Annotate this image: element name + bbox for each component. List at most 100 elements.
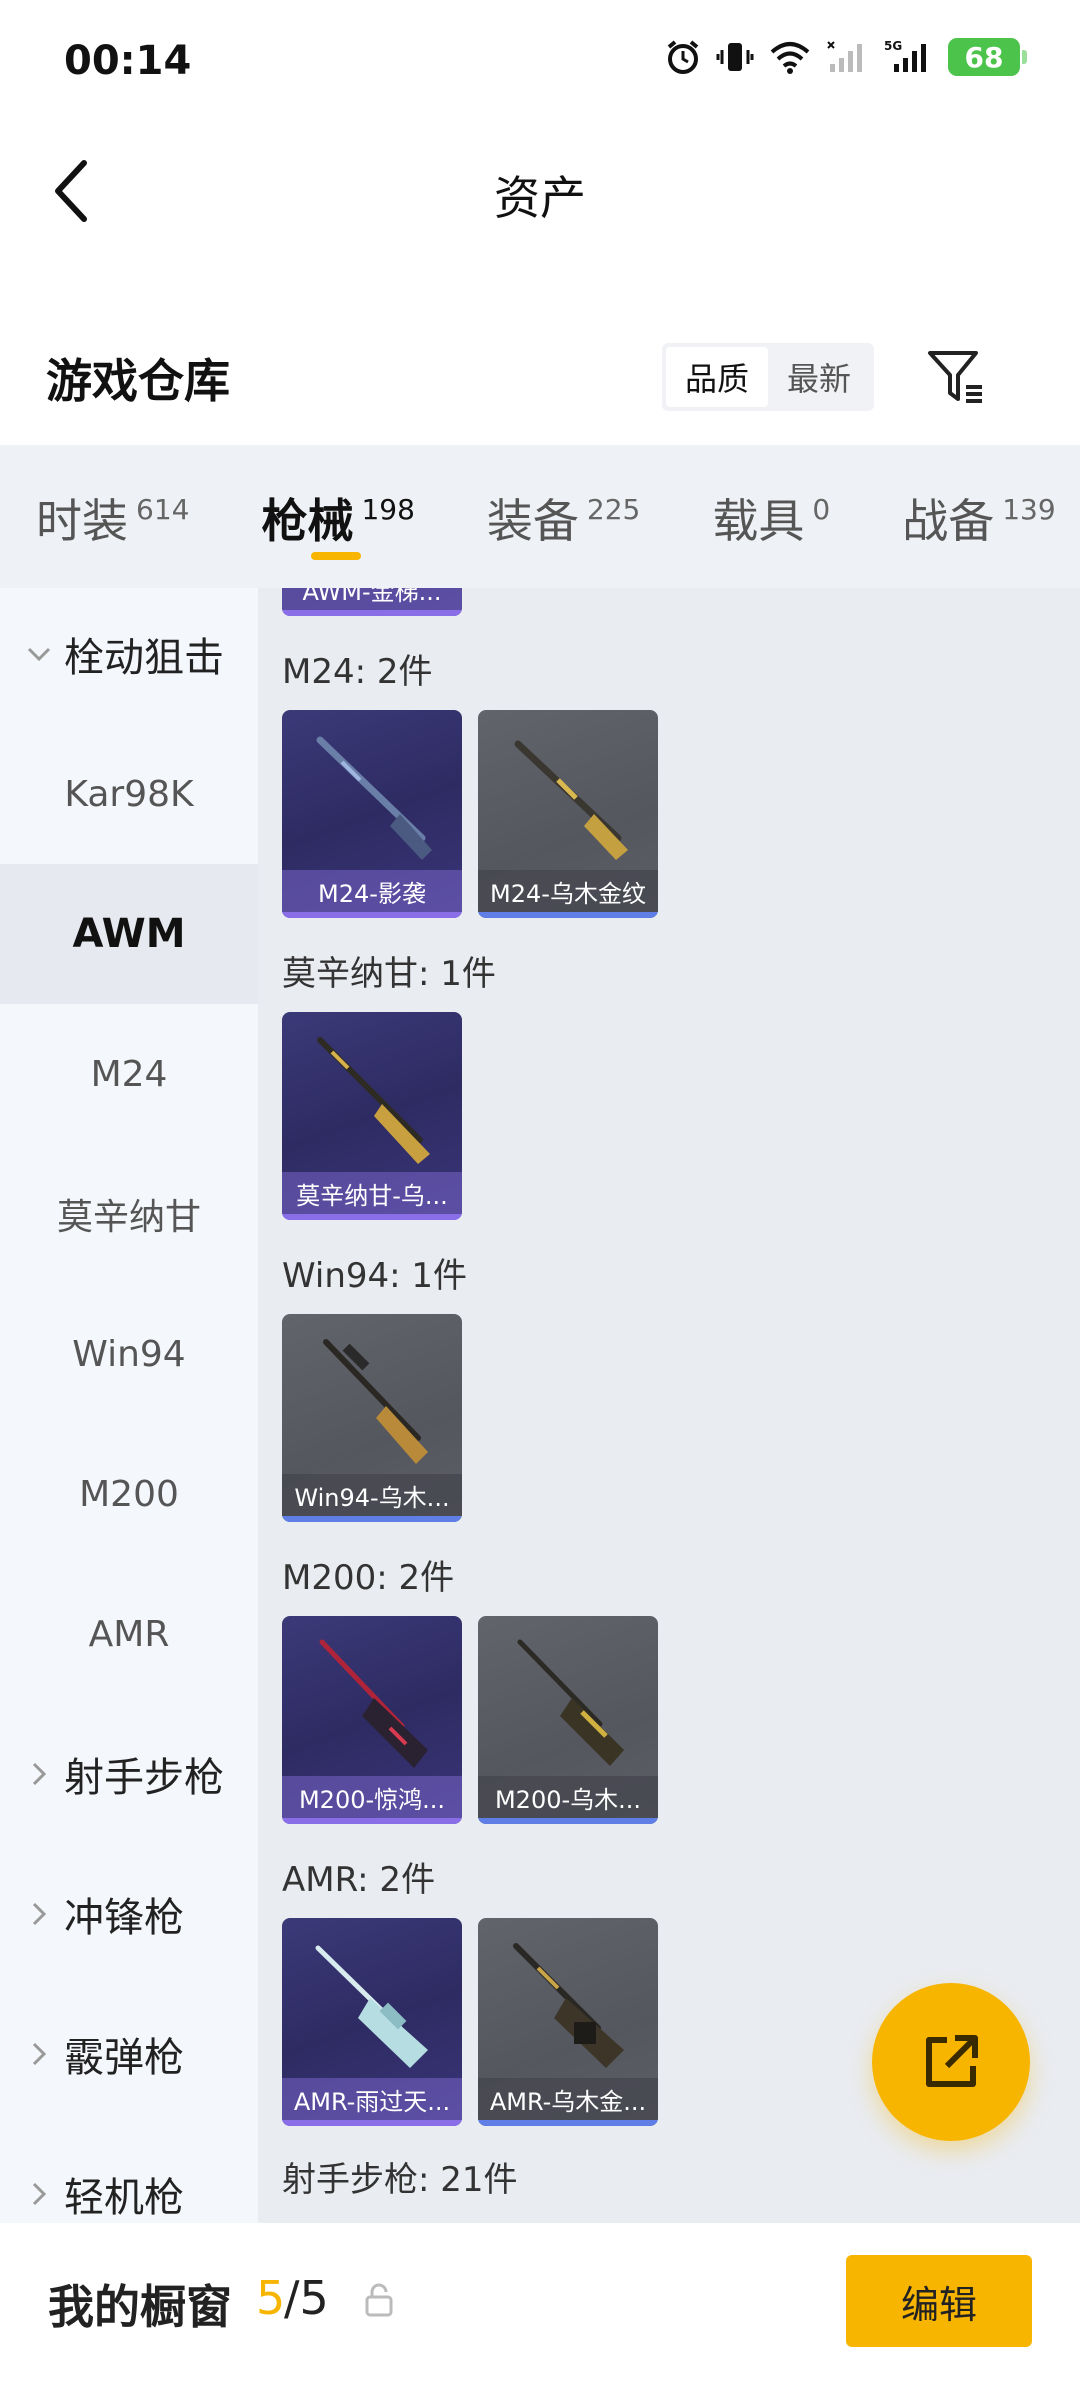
rarity-line (282, 912, 462, 918)
section-title: 游戏仓库 (46, 354, 230, 408)
rifle-image (315, 1945, 428, 2068)
page-title: 资产 (494, 171, 586, 225)
showcase-title: 我的橱窗 (48, 2280, 232, 2334)
item-card[interactable]: Win94-乌木... (282, 1314, 462, 1522)
item-name: M200-惊鸿... (282, 1776, 462, 1818)
rarity-line (282, 1214, 462, 1220)
category-sidebar: 栓动狙击 Kar98K AWM M24 莫辛纳甘 Win94 M200 AMR … (0, 588, 258, 2223)
status-icons: 5G 68 (664, 38, 1027, 76)
sidebar-group-lmg[interactable]: 轻机枪 (0, 2124, 258, 2223)
tab-label: 枪械 (261, 494, 354, 548)
tab-supplies[interactable]: 战备 139 (902, 445, 1055, 588)
sidebar-item-m24[interactable]: M24 (0, 1004, 258, 1144)
sort-quality-button[interactable]: 品质 (666, 347, 768, 407)
tab-firearms[interactable]: 枪械 198 (261, 445, 415, 588)
item-card[interactable]: 莫辛纳甘-乌... (282, 1012, 462, 1220)
external-link-icon (926, 2035, 978, 2087)
sidebar-item-mosin[interactable]: 莫辛纳甘 (0, 1144, 258, 1284)
battery-icon: 68 (948, 38, 1027, 76)
tab-label: 战备 (902, 494, 995, 548)
sidebar-group-shotgun[interactable]: 霰弹枪 (0, 1984, 258, 2124)
item-card[interactable]: M24-影袭 (282, 710, 462, 918)
chevron-right-icon (22, 2037, 56, 2071)
rifle-image (319, 1639, 428, 1768)
item-name: AMR-雨过天... (282, 2078, 462, 2120)
item-name: M24-乌木金纹 (478, 870, 658, 912)
edit-button[interactable]: 编辑 (846, 2255, 1032, 2347)
item-name: Win94-乌木... (282, 1474, 462, 1516)
tab-fashion[interactable]: 时装 614 (36, 445, 189, 588)
item-card[interactable]: M200-惊鸿... (282, 1616, 462, 1824)
rifle-image (514, 740, 628, 860)
sidebar-group-label: 射手步枪 (64, 1755, 224, 1801)
svg-text:5G: 5G (884, 39, 902, 53)
sidebar-group-label: 栓动狙击 (64, 635, 224, 681)
rifle-image (323, 1339, 428, 1464)
showcase-total-count: /5 (284, 2271, 329, 2325)
item-name: 莫辛纳甘-乌... (282, 1172, 462, 1214)
sidebar-group-smg[interactable]: 冲锋枪 (0, 1844, 258, 1984)
sidebar-group-label: 轻机枪 (64, 2175, 184, 2221)
status-time: 00:14 (64, 38, 192, 84)
alarm-icon (667, 40, 699, 74)
item-name: AMR-乌木金... (478, 2078, 658, 2120)
item-card[interactable]: AMR-雨过天... (282, 1918, 462, 2126)
filter-icon (928, 351, 982, 403)
item-card[interactable]: M24-乌木金纹 (478, 710, 658, 918)
sidebar-group-bolt-sniper[interactable]: 栓动狙击 (0, 588, 258, 724)
tab-count: 139 (1002, 493, 1056, 526)
sort-toggle: 品质 最新 (662, 343, 874, 411)
rarity-line (478, 1818, 658, 1824)
tab-count: 614 (136, 493, 190, 526)
rifle-image (316, 736, 432, 860)
category-tabs: 时装 614 枪械 198 装备 225 载具 0 战备 139 (0, 445, 1080, 588)
group-label: M200: 2件 (282, 1558, 455, 1598)
rifle-image (513, 1943, 624, 2068)
item-name: M200-乌木... (478, 1776, 658, 1818)
item-card[interactable]: AMR-乌木金... (478, 1918, 658, 2126)
chevron-right-icon (22, 1757, 56, 1791)
status-bar: 00:14 5G 68 (0, 0, 1080, 120)
item-name: M24-影袭 (282, 870, 462, 912)
header: 资产 (0, 120, 1080, 265)
share-fab-button[interactable] (872, 1983, 1030, 2141)
filter-button[interactable] (922, 343, 990, 411)
sidebar-item-awm[interactable]: AWM (0, 864, 258, 1004)
group-label: 莫辛纳甘: 1件 (282, 954, 496, 994)
sidebar-group-dmr[interactable]: 射手步枪 (0, 1704, 258, 1844)
tab-count: 225 (586, 493, 641, 526)
rarity-line (282, 2120, 462, 2126)
rarity-line (478, 2120, 658, 2126)
section-row: 游戏仓库 品质 最新 (0, 265, 1080, 445)
item-card[interactable]: M200-乌木... (478, 1616, 658, 1824)
wifi-icon (770, 42, 810, 74)
rarity-line (282, 610, 462, 616)
tab-label: 时装 (36, 494, 128, 548)
tab-vehicles[interactable]: 载具 0 (712, 445, 830, 588)
item-card[interactable]: AWM-金梯... (282, 588, 462, 616)
sidebar-group-label: 霰弹枪 (64, 2035, 184, 2081)
sort-latest-button[interactable]: 最新 (768, 347, 870, 407)
showcase-bar: 我的橱窗 5 /5 编辑 (0, 2223, 1080, 2382)
rifle-image (317, 1037, 430, 1164)
tab-label: 载具 (712, 494, 805, 548)
tab-equipment[interactable]: 装备 225 (487, 445, 640, 588)
signal-1-icon (827, 41, 862, 72)
group-label: M24: 2件 (282, 652, 433, 692)
group-label: AMR: 2件 (282, 1860, 436, 1900)
active-tab-indicator (311, 552, 362, 560)
group-label: 射手步枪: 21件 (282, 2160, 518, 2200)
sidebar-item-kar98k[interactable]: Kar98K (0, 724, 258, 864)
chevron-right-icon (22, 2177, 56, 2211)
tab-count: 0 (812, 493, 831, 526)
vibrate-icon (716, 43, 754, 71)
sidebar-item-win94[interactable]: Win94 (0, 1284, 258, 1424)
rarity-line (282, 1516, 462, 1522)
sidebar-item-m200[interactable]: M200 (0, 1424, 258, 1564)
showcase-current-count: 5 (256, 2271, 286, 2325)
item-name: AWM-金梯... (282, 588, 462, 610)
chevron-right-icon (22, 1897, 56, 1931)
lock-icon (365, 2283, 393, 2317)
sidebar-item-amr[interactable]: AMR (0, 1564, 258, 1704)
rarity-line (478, 912, 658, 918)
